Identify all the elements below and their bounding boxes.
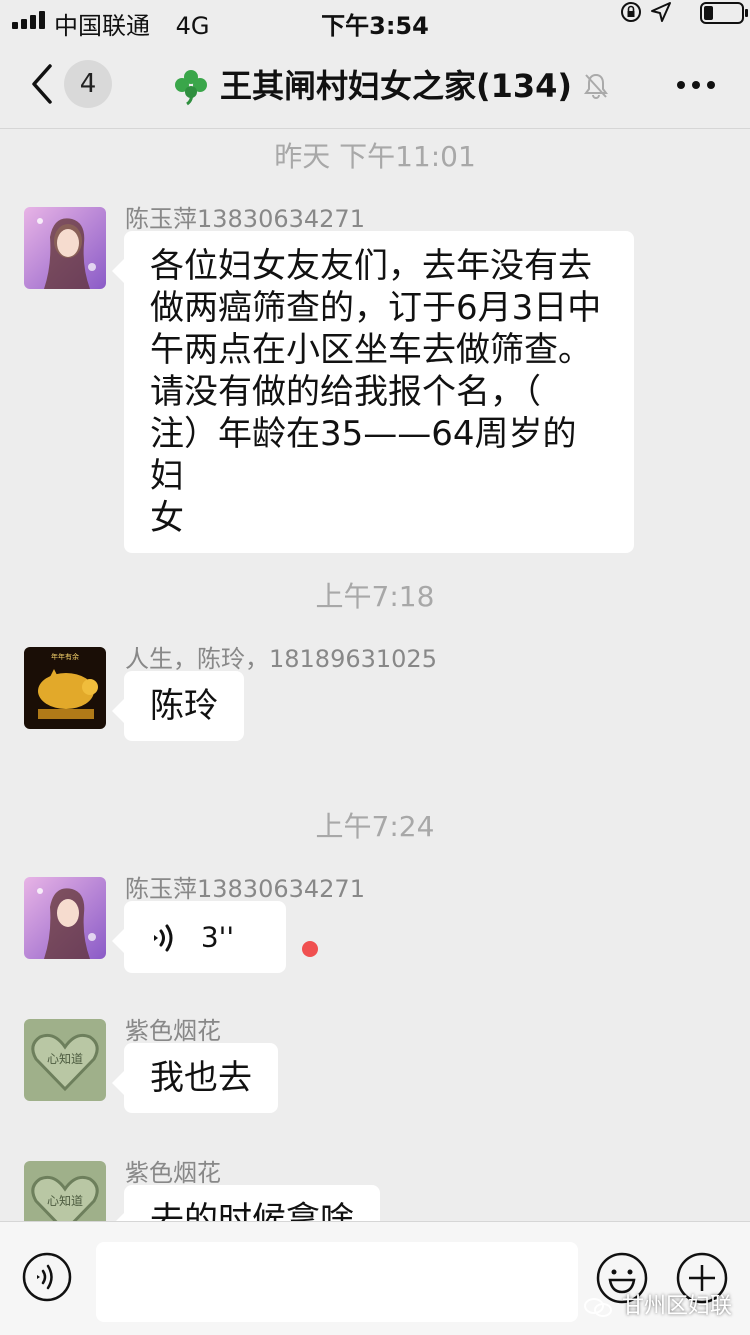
message-text: 各位妇女友友们，去年没有去 做两癌筛查的，订于6月3日中 午两点在小区坐车去做筛… <box>150 246 602 538</box>
timestamp-separator: 昨天 下午11:01 <box>274 140 476 173</box>
sender-name: 紫色烟花 <box>125 1017 221 1045</box>
chat-input-bar: 甘州区妇联 <box>0 1221 750 1335</box>
chat-title-area[interactable]: 王其闸村妇女之家(134) <box>160 42 620 128</box>
location-arrow-icon <box>651 2 671 22</box>
message-text: 陈玲 <box>150 686 218 726</box>
unread-count-badge[interactable]: 4 <box>64 60 112 108</box>
status-bar: 中国联通 4G 下午3:54 <box>0 0 750 42</box>
avatar-sand-heart: 心知道 <box>24 1161 106 1221</box>
watermark-text: 甘州区妇联 <box>621 1294 732 1319</box>
voice-toggle-icon[interactable] <box>22 1252 72 1302</box>
message-text: 我也去 <box>150 1058 252 1098</box>
avatar[interactable] <box>24 877 106 959</box>
message-bubble[interactable]: 各位妇女友友们，去年没有去 做两癌筛查的，订于6月3日中 午两点在小区坐车去做筛… <box>112 231 634 553</box>
voice-wave-icon <box>154 924 173 951</box>
chat-nav-bar: 4 王其闸村妇女之家(134) <box>0 42 750 129</box>
timestamp-separator: 上午7:18 <box>315 580 435 613</box>
sender-name: 紫色烟花 <box>125 1159 221 1187</box>
sender-name: 陈玉萍13830634271 <box>125 875 365 903</box>
unread-voice-dot <box>302 941 318 957</box>
avatar[interactable] <box>24 207 106 289</box>
avatar[interactable]: 心知道 <box>24 1019 106 1101</box>
back-icon[interactable] <box>28 62 56 106</box>
message-text: 去的时候拿啥 <box>150 1200 354 1221</box>
mute-bell-icon <box>584 73 609 99</box>
message-bubble[interactable]: 我也去 <box>112 1043 278 1113</box>
sender-name: 陈玉萍13830634271 <box>125 205 365 233</box>
clover-icon <box>174 69 207 105</box>
voice-message-bubble[interactable]: 3'' <box>112 901 286 973</box>
rotation-lock-icon <box>621 2 641 22</box>
more-icon[interactable] <box>676 80 716 90</box>
avatar[interactable]: 年年有余 <box>24 647 106 729</box>
avatar[interactable]: 心知道 <box>24 1161 106 1221</box>
message-bubble[interactable]: 去的时候拿啥 <box>112 1185 380 1221</box>
message-bubble[interactable]: 陈玲 <box>112 671 244 741</box>
watermark: 甘州区妇联 <box>583 1288 732 1320</box>
chat-title: 王其闸村妇女之家(134) <box>219 66 573 105</box>
voice-duration: 3'' <box>200 920 235 954</box>
chat-message-list[interactable]: 昨天 下午11:01 陈玉萍13830634271 各位妇女友友们，去年没有去 … <box>0 129 750 1221</box>
battery-icon <box>700 2 748 24</box>
sender-name: 人生，陈玲，18189631025 <box>125 645 437 673</box>
avatar-photo-woman <box>24 207 106 289</box>
avatar-caption: 年年有余 <box>51 652 79 661</box>
avatar-photo-woman <box>24 877 106 959</box>
avatar-sand-heart: 心知道 <box>24 1019 106 1101</box>
avatar-caption: 心知道 <box>47 1194 83 1208</box>
avatar-caption: 心知道 <box>47 1052 83 1066</box>
wechat-icon <box>583 1298 612 1317</box>
timestamp-separator: 上午7:24 <box>315 810 435 843</box>
avatar-golden-pig: 年年有余 <box>24 647 106 729</box>
message-input[interactable] <box>96 1242 578 1322</box>
